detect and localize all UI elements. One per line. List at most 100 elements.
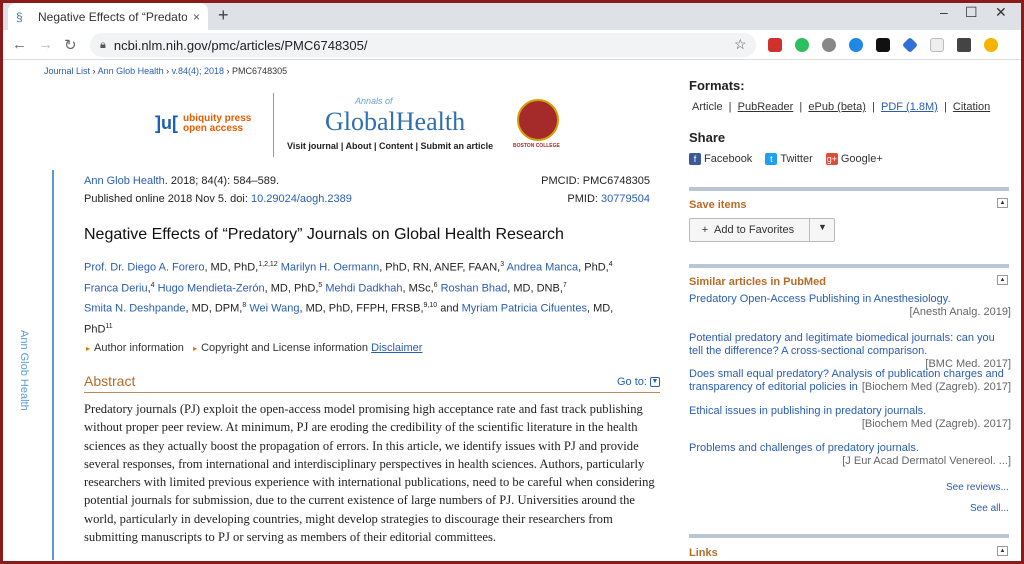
- similar-article[interactable]: Potential predatory and legitimate biome…: [689, 332, 1011, 371]
- similar-article[interactable]: Does small equal predatory? Analysis of …: [689, 368, 1011, 394]
- share-heading: Share: [689, 130, 726, 145]
- share-twitter[interactable]: t Twitter: [765, 153, 813, 166]
- minimize-button[interactable]: –: [940, 4, 948, 20]
- panel-divider: [689, 187, 1009, 191]
- boston-college-seal-icon: [517, 99, 559, 141]
- share-links: f Facebook t Twitter g+ Google+: [689, 153, 893, 166]
- extension-rocket-icon[interactable]: [957, 38, 971, 52]
- add-to-favorites-button[interactable]: + Add to Favorites ▼: [689, 218, 835, 242]
- breadcrumb-volume[interactable]: v.84(4); 2018: [172, 66, 224, 76]
- side-journal-label: Ann Glob Health: [18, 330, 30, 411]
- formats-list: Article | PubReader | ePub (beta) | PDF …: [692, 101, 991, 113]
- extension-dark-icon[interactable]: [876, 38, 890, 52]
- similar-article[interactable]: Ethical issues in publishing in predator…: [689, 405, 1011, 431]
- tab-title: Negative Effects of “Predatory” Jo: [38, 9, 187, 24]
- googleplus-icon: g+: [825, 153, 838, 166]
- url-text[interactable]: ncbi.nlm.nih.gov/pmc/articles/PMC6748305…: [114, 38, 368, 53]
- collapse-links-icon[interactable]: ▲: [997, 546, 1008, 556]
- extension-page-icon[interactable]: [930, 38, 944, 52]
- format-pdf[interactable]: PDF (1.8M): [881, 101, 938, 113]
- abstract-heading: Abstract: [84, 373, 136, 389]
- disclaimer-link[interactable]: Disclaimer: [371, 342, 422, 354]
- close-tab-icon[interactable]: ×: [193, 10, 200, 24]
- links-heading: Links: [689, 547, 718, 559]
- see-reviews-link[interactable]: See reviews...: [946, 482, 1009, 493]
- author-link[interactable]: Franca Deriu: [84, 282, 148, 294]
- citation-journal-link[interactable]: Ann Glob Health: [84, 175, 165, 187]
- save-items-heading: Save items: [689, 199, 747, 211]
- similar-article[interactable]: Problems and challenges of predatory jou…: [689, 442, 1011, 468]
- pmcid: PMCID: PMC6748305: [541, 175, 650, 187]
- facebook-icon: f: [689, 153, 701, 166]
- abstract-text: Predatory journals (PJ) exploit the open…: [84, 402, 655, 545]
- boston-college-label: BOSTON COLLEGE: [513, 143, 560, 149]
- formats-heading: Formats:: [689, 78, 745, 93]
- extension-globe-icon[interactable]: [849, 38, 863, 52]
- banner-divider: [273, 93, 274, 157]
- twitter-icon: t: [765, 153, 778, 166]
- close-window-button[interactable]: ✕: [995, 4, 1007, 21]
- copyright-toggle[interactable]: Copyright and License information: [201, 342, 368, 354]
- maximize-button[interactable]: ☐: [965, 4, 978, 21]
- author-list: Prof. Dr. Diego A. Forero, MD, PhD,1,2,1…: [84, 261, 614, 336]
- share-googleplus[interactable]: g+ Google+: [825, 153, 883, 166]
- extension-diamond-icon[interactable]: [902, 37, 918, 53]
- author-link[interactable]: Marilyn H. Oermann: [281, 262, 379, 274]
- share-facebook[interactable]: f Facebook: [689, 153, 752, 166]
- author-link[interactable]: Mehdi Dadkhah: [325, 282, 402, 294]
- author-link[interactable]: Myriam Patricia Cifuentes: [462, 303, 587, 315]
- extension-coin-icon[interactable]: [984, 38, 998, 52]
- journal-banner[interactable]: ]u[ ubiquity press open access Annals of …: [155, 93, 565, 157]
- address-bar[interactable]: 🔒︎ ncbi.nlm.nih.gov/pmc/articles/PMC6748…: [90, 33, 756, 57]
- collapse-similar-icon[interactable]: ▲: [997, 275, 1008, 285]
- bookmark-star-icon[interactable]: ☆: [734, 36, 747, 53]
- breadcrumb: Journal List › Ann Glob Health › v.84(4)…: [44, 66, 288, 76]
- author-information-toggle[interactable]: Author information: [94, 342, 184, 354]
- ubiquity-press-logo: ]u[ ubiquity press open access: [155, 113, 252, 135]
- format-pubreader[interactable]: PubReader: [738, 101, 794, 113]
- breadcrumb-journal-list[interactable]: Journal List: [44, 66, 90, 76]
- triangle-right-icon: ▸: [193, 344, 198, 353]
- reload-icon[interactable]: ↻: [64, 36, 77, 54]
- author-link[interactable]: Wei Wang: [249, 303, 299, 315]
- article-title: Negative Effects of “Predatory” Journals…: [84, 226, 564, 243]
- global-health-logo: GlobalHealth: [325, 107, 466, 136]
- extension-evernote-icon[interactable]: [795, 38, 809, 52]
- forward-arrow-icon[interactable]: →: [38, 36, 53, 53]
- panel-divider: [689, 534, 1009, 538]
- citation-block: Ann Glob Health. 2018; 84(4): 584–589. P…: [84, 172, 650, 208]
- author-link[interactable]: Smita N. Deshpande: [84, 303, 186, 315]
- format-epub[interactable]: ePub (beta): [808, 101, 865, 113]
- extension-circle-icon[interactable]: [822, 38, 836, 52]
- browser-tab[interactable]: § Negative Effects of “Predatory” Jo ×: [8, 3, 208, 30]
- plus-icon: +: [701, 224, 709, 236]
- banner-nav[interactable]: Visit journal | About | Content | Submit…: [287, 141, 493, 151]
- author-link[interactable]: Andrea Manca: [507, 262, 579, 274]
- similar-articles-heading: Similar articles in PubMed: [689, 276, 826, 288]
- similar-article[interactable]: Predatory Open-Access Publishing in Anes…: [689, 293, 1011, 319]
- abstract-header: Abstract Go to: ▼: [84, 373, 660, 393]
- pmid: PMID: 30779504: [567, 193, 650, 205]
- author-link[interactable]: Hugo Mendieta-Zerón: [158, 282, 265, 294]
- extension-mendeley-icon[interactable]: [768, 38, 782, 52]
- annals-label: Annals of: [355, 96, 393, 106]
- doi-link[interactable]: 10.29024/aogh.2389: [251, 193, 352, 205]
- format-citation[interactable]: Citation: [953, 101, 990, 113]
- chevron-down-icon[interactable]: ▼: [650, 377, 660, 388]
- goto-menu[interactable]: Go to: ▼: [617, 376, 660, 388]
- ncbi-favicon-icon: §: [16, 9, 23, 24]
- see-all-link[interactable]: See all...: [970, 503, 1009, 514]
- browser-toolbar: ← → ↻ 🔒︎ ncbi.nlm.nih.gov/pmc/articles/P…: [0, 30, 1024, 60]
- caret-down-icon[interactable]: ▼: [818, 222, 827, 232]
- info-links: ▸ Author information ▸ Copyright and Licen…: [86, 342, 422, 354]
- triangle-right-icon: ▸: [86, 344, 91, 353]
- breadcrumb-journal[interactable]: Ann Glob Health: [98, 66, 164, 76]
- collapse-save-icon[interactable]: ▲: [997, 198, 1008, 208]
- author-link[interactable]: Roshan Bhad: [441, 282, 508, 294]
- author-link[interactable]: Prof. Dr. Diego A. Forero: [84, 262, 204, 274]
- back-arrow-icon[interactable]: ←: [12, 36, 27, 53]
- format-article: Article: [692, 101, 723, 113]
- left-accent-line: [52, 170, 54, 560]
- pmid-link[interactable]: 30779504: [601, 193, 650, 205]
- new-tab-button[interactable]: +: [218, 5, 229, 26]
